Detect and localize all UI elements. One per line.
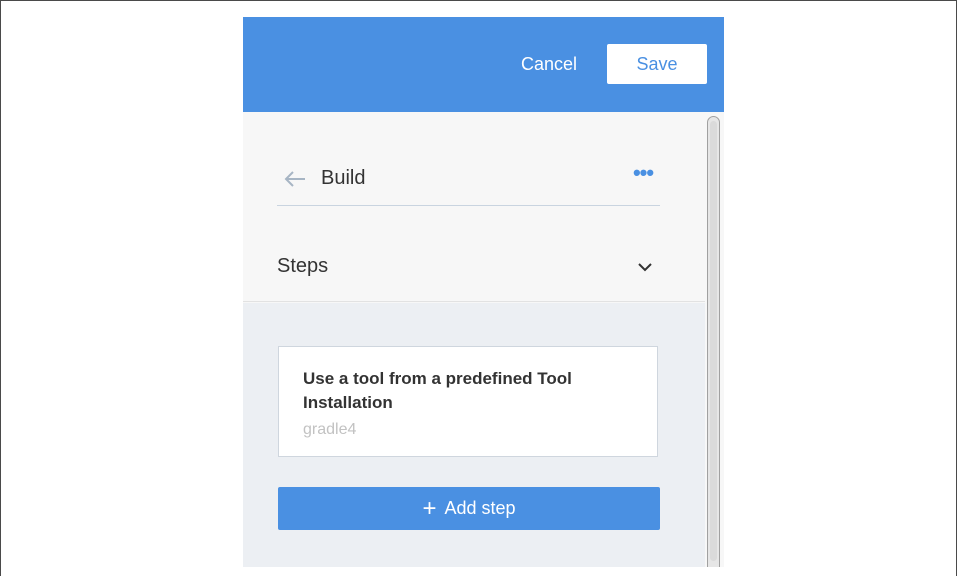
steps-list: Use a tool from a predefined Tool Instal…: [243, 303, 705, 567]
ellipsis-icon: •••: [632, 160, 654, 185]
step-card[interactable]: Use a tool from a predefined Tool Instal…: [278, 346, 658, 457]
cancel-button[interactable]: Cancel: [509, 44, 589, 84]
back-button[interactable]: [281, 165, 309, 193]
stage-config-header: Build ••• Steps: [243, 112, 705, 302]
step-title: Use a tool from a predefined Tool Instal…: [303, 369, 572, 412]
chevron-down-icon: [638, 263, 652, 272]
plus-icon: +: [422, 495, 437, 522]
editor-toolbar: Cancel Save: [243, 17, 724, 112]
more-options-button[interactable]: •••: [629, 162, 657, 190]
arrow-left-icon: [284, 171, 305, 187]
title-divider: [277, 205, 660, 206]
steps-heading: Steps: [277, 255, 329, 277]
add-step-label: Add step: [444, 498, 516, 518]
pipeline-editor-panel: Cancel Save Build ••• Steps Use a tool f…: [243, 17, 724, 567]
save-button[interactable]: Save: [607, 44, 707, 84]
vertical-scrollbar[interactable]: [707, 116, 720, 567]
section-divider: [243, 301, 705, 302]
scrollbar-thumb[interactable]: [710, 121, 717, 561]
stage-title: Build: [321, 167, 366, 189]
steps-collapse-toggle[interactable]: [633, 255, 657, 279]
step-subtitle: gradle4: [303, 421, 357, 438]
add-step-button[interactable]: + Add step: [278, 487, 660, 530]
